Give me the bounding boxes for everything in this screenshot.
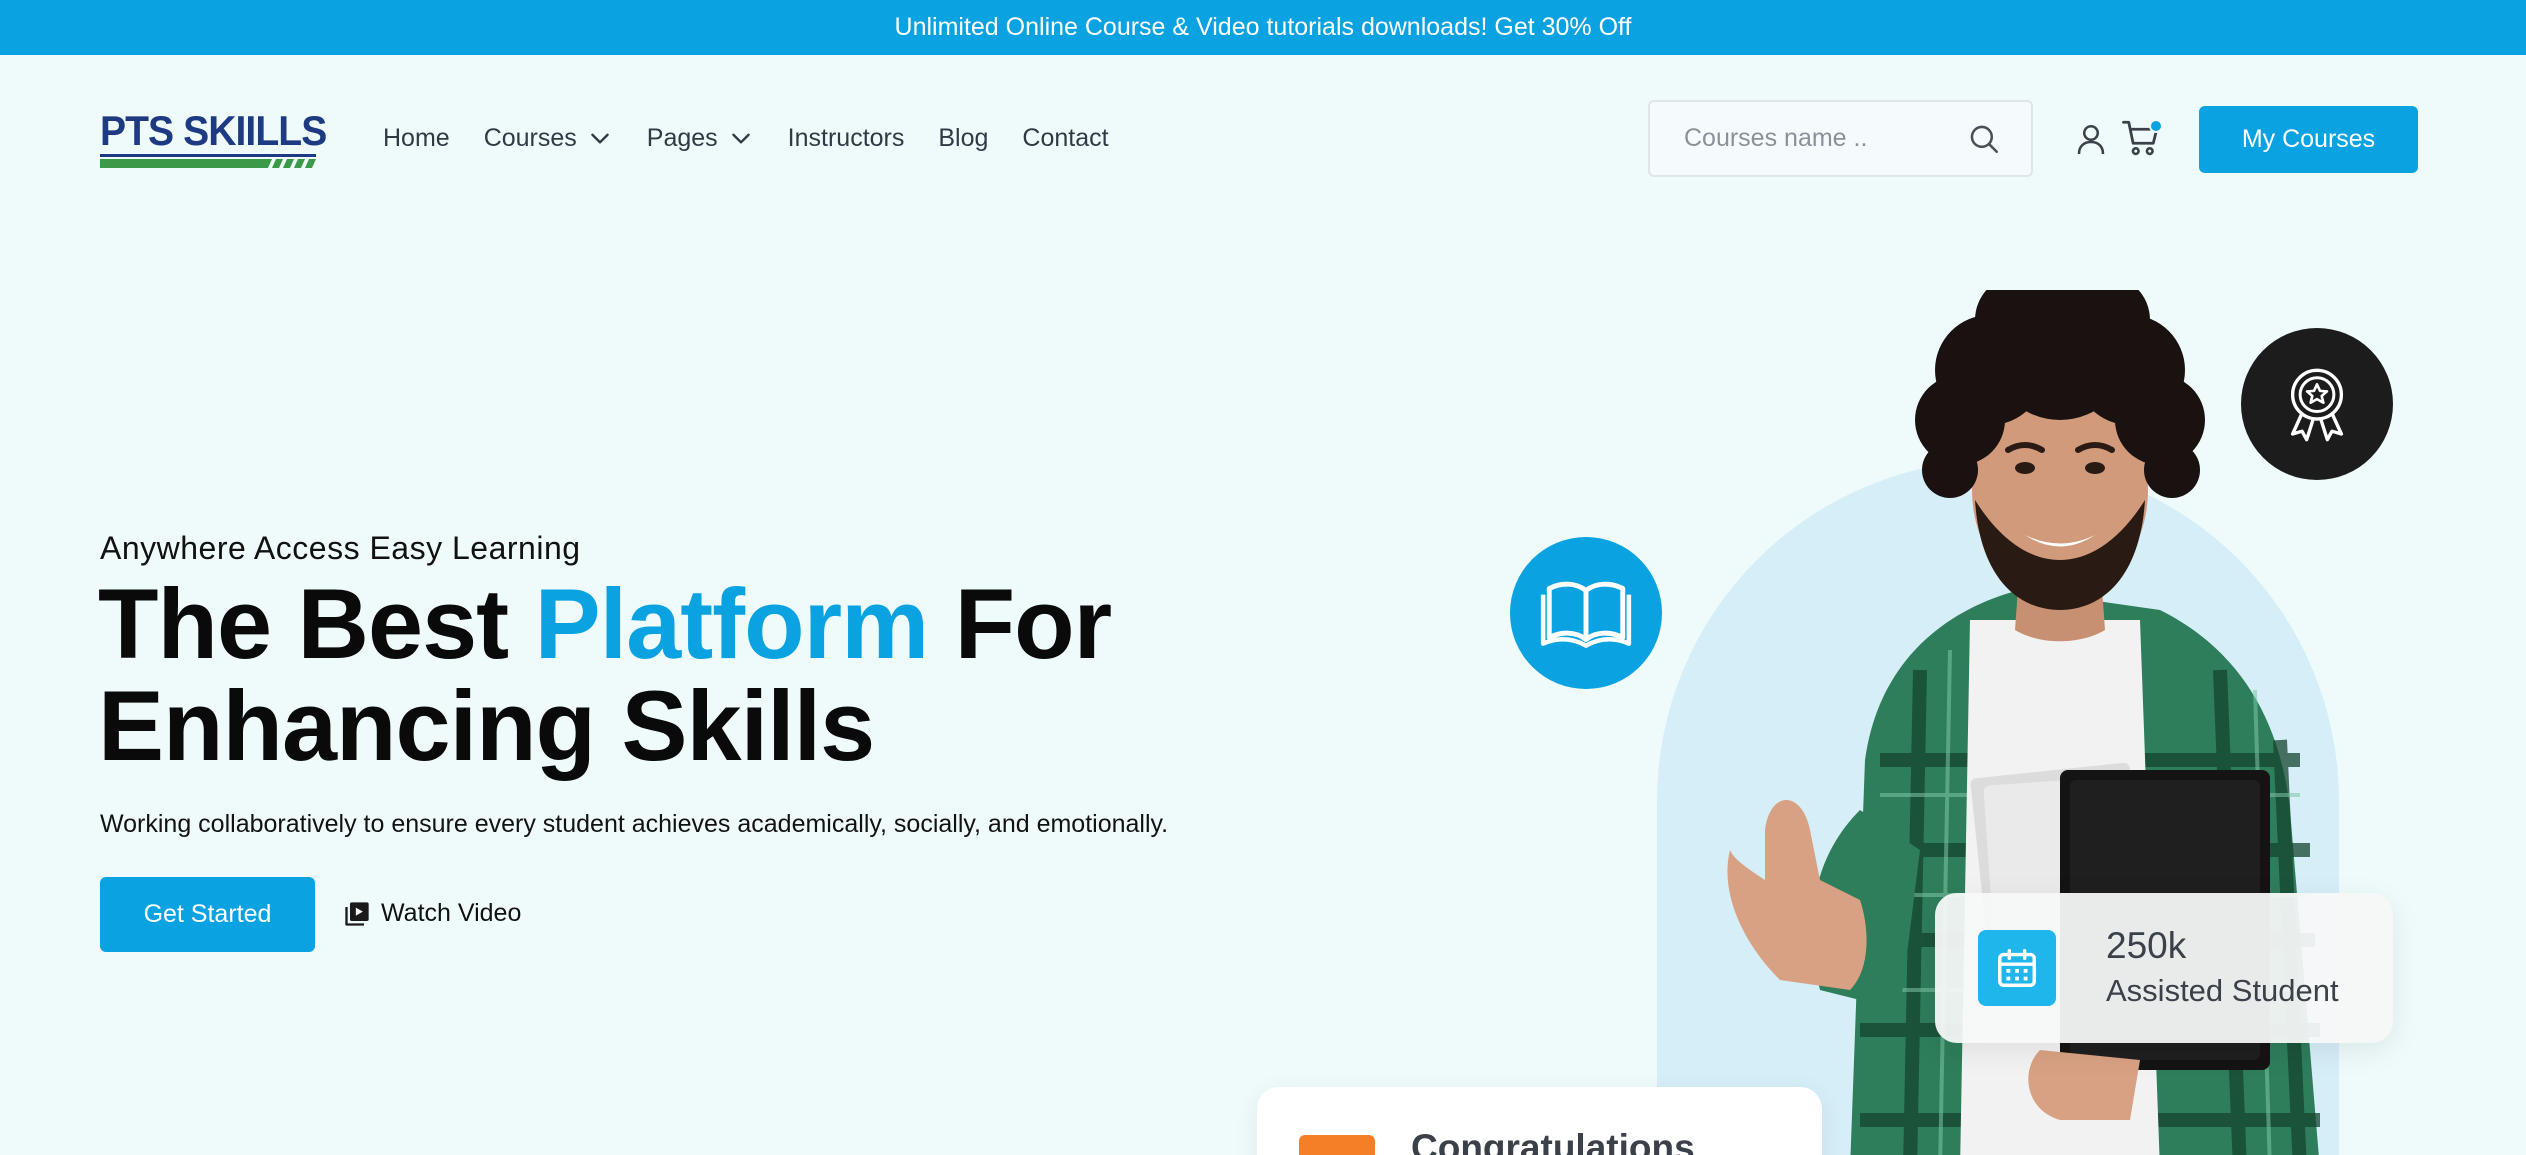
logo-text: PTS SKIILLS bbox=[100, 107, 327, 154]
hero-eyebrow: Anywhere Access Easy Learning bbox=[100, 530, 581, 566]
nav-label: Courses bbox=[483, 123, 577, 152]
calendar-icon bbox=[1998, 949, 2036, 987]
book-badge bbox=[1510, 537, 1662, 689]
search-placeholder: Courses name .. bbox=[1684, 124, 1868, 152]
open-book-icon bbox=[1540, 581, 1632, 648]
hero-headline: The Best Platform For Enhancing Skills bbox=[98, 573, 1112, 777]
promo-text: Unlimited Online Course & Video tutorial… bbox=[894, 13, 1632, 41]
headline-line2: Enhancing Skills bbox=[98, 670, 875, 781]
chevron-down-icon bbox=[591, 133, 609, 144]
logo-stripe-graphic bbox=[100, 154, 316, 168]
get-started-button[interactable]: Get Started bbox=[100, 877, 315, 952]
stat-number: 250k bbox=[2106, 925, 2187, 966]
award-badge bbox=[2241, 328, 2393, 480]
nav-label: Contact bbox=[1022, 123, 1109, 152]
nav-label: Blog bbox=[938, 123, 989, 152]
my-courses-button[interactable]: My Courses bbox=[2199, 106, 2418, 173]
search-icon[interactable] bbox=[1967, 122, 2001, 156]
video-library-icon bbox=[345, 901, 369, 926]
site-logo[interactable]: PTS SKIILLS bbox=[100, 107, 327, 170]
nav-item-home[interactable]: Home bbox=[383, 124, 450, 153]
congrats-icon-tile bbox=[1299, 1135, 1375, 1155]
nav-label: Pages bbox=[646, 123, 718, 152]
nav-item-pages[interactable]: Pages bbox=[647, 124, 754, 153]
search-input[interactable]: Courses name .. bbox=[1648, 100, 2033, 177]
nav-item-instructors[interactable]: Instructors bbox=[788, 124, 905, 153]
watch-video-button[interactable]: Watch Video bbox=[343, 899, 521, 928]
nav-item-contact[interactable]: Contact bbox=[1022, 124, 1108, 153]
nav-item-blog[interactable]: Blog bbox=[938, 124, 988, 153]
stat-label: Assisted Student bbox=[2106, 973, 2339, 1008]
calendar-icon-tile bbox=[1978, 930, 2056, 1006]
watch-video-label: Watch Video bbox=[381, 899, 522, 927]
promo-bar: Unlimited Online Course & Video tutorial… bbox=[0, 0, 2526, 55]
headline-accent: Platform bbox=[534, 568, 930, 679]
nav-label: Instructors bbox=[787, 123, 905, 152]
congratulations-card: Congratulations bbox=[1257, 1087, 1822, 1155]
headline-part2: For bbox=[928, 568, 1112, 679]
main-nav: Home Courses Pages Instructors Blog Cont… bbox=[383, 115, 1109, 161]
nav-label: Home bbox=[383, 123, 450, 152]
assisted-students-card: 250k Assisted Student bbox=[1935, 893, 2393, 1043]
award-ribbon-icon bbox=[2290, 368, 2344, 442]
cart-badge-dot bbox=[2149, 119, 2163, 133]
headline-part1: The Best bbox=[98, 568, 535, 679]
congrats-title: Congratulations bbox=[1411, 1127, 1695, 1155]
nav-item-courses[interactable]: Courses bbox=[484, 124, 613, 153]
user-icon[interactable] bbox=[2073, 121, 2109, 157]
chevron-down-icon bbox=[731, 133, 750, 144]
hero-subtitle: Working collaboratively to ensure every … bbox=[100, 810, 1169, 838]
